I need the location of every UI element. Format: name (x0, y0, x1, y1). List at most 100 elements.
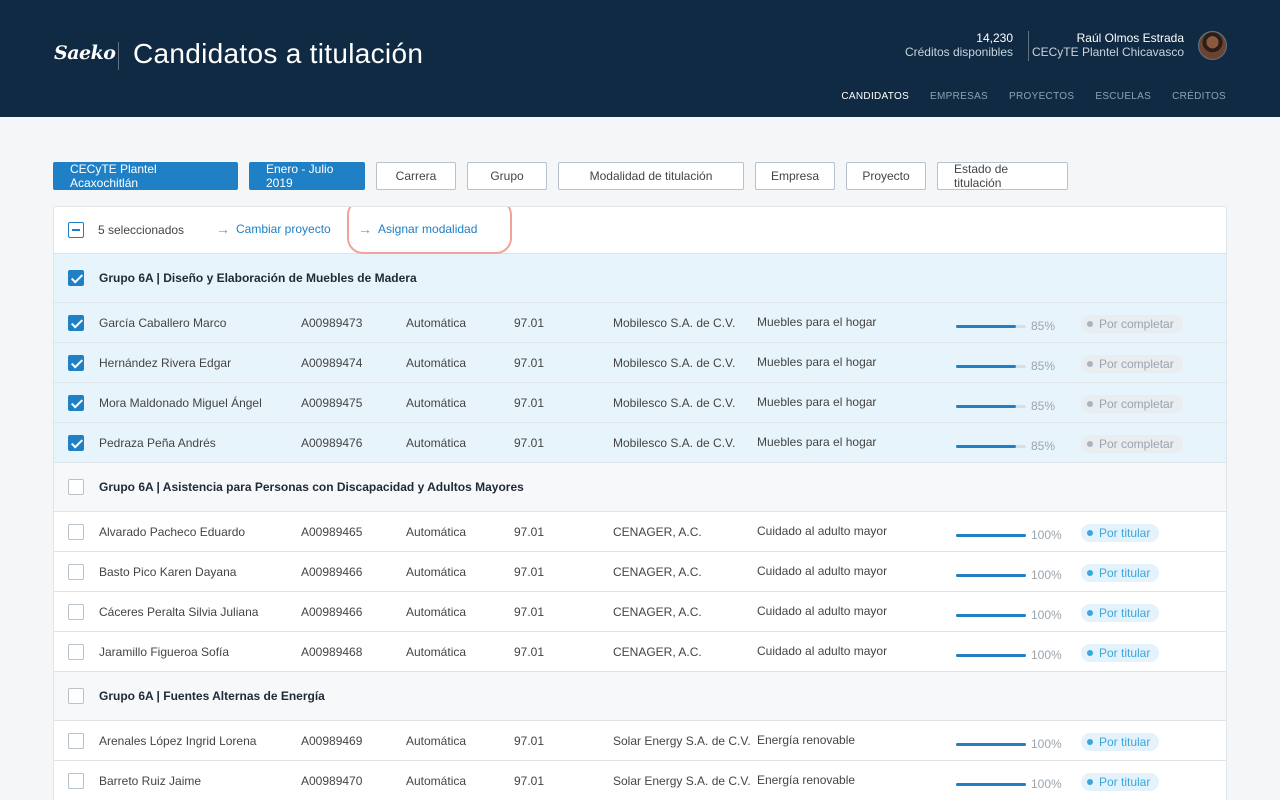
student-name[interactable]: Alvarado Pacheco Eduardo (99, 525, 245, 539)
student-name[interactable]: Cáceres Peralta Silvia Juliana (99, 605, 258, 619)
progress-fill (956, 574, 1026, 577)
table-row[interactable]: Pedraza Peña Andrés A00989476 Automática 97… (54, 423, 1226, 463)
filter-plantel[interactable]: CECyTE Plantel Acaxochitlán (53, 162, 238, 190)
row-checkbox[interactable] (68, 773, 84, 789)
progress-bar (956, 574, 1026, 577)
table-row[interactable]: Barreto Ruiz Jaime A00989470 Automática 97.… (54, 761, 1226, 800)
user-divider (1028, 31, 1029, 61)
user-org: CECyTE Plantel Chicavasco (1031, 45, 1184, 59)
table-row[interactable]: Alvarado Pacheco Eduardo A00989465 Automát… (54, 512, 1226, 552)
filter-bar: CECyTE Plantel Acaxochitlán Enero - Juli… (53, 162, 1068, 190)
score: 97.01 (514, 645, 545, 659)
company: Mobilesco S.A. de C.V. (613, 356, 736, 370)
student-name[interactable]: Arenales López Ingrid Lorena (99, 734, 256, 748)
project: Muebles para el hogar (757, 395, 877, 409)
row-checkbox[interactable] (68, 355, 84, 371)
row-checkbox[interactable] (68, 564, 84, 580)
nav-creditos[interactable]: CRÉDITOS (1172, 91, 1226, 102)
nav-candidatos[interactable]: CANDIDATOS (841, 91, 909, 102)
row-checkbox[interactable] (68, 315, 84, 331)
progress-fill (956, 365, 1016, 368)
table-row[interactable]: Jaramillo Figueroa Sofía A00989468 Automát… (54, 632, 1226, 672)
progress-percent: 85% (1031, 319, 1056, 333)
progress-percent: 85% (1031, 399, 1056, 413)
group-checkbox[interactable] (68, 688, 84, 704)
group-header-row[interactable]: Grupo 6A | Fuentes Alternas de Energía (54, 672, 1226, 721)
row-checkbox[interactable] (68, 524, 84, 540)
app-header: Saeko Candidatos a titulación 14,230 Cré… (0, 0, 1280, 117)
progress-bar (956, 445, 1026, 448)
avatar[interactable] (1198, 31, 1227, 60)
logo-divider (118, 42, 119, 70)
table-row[interactable]: García Caballero Marco A00989473 Automátic… (54, 303, 1226, 343)
nav-empresas[interactable]: EMPRESAS (930, 91, 988, 102)
filter-proyecto[interactable]: Proyecto (846, 162, 926, 190)
status-badge: Por completar (1081, 315, 1183, 333)
group-checkbox[interactable] (68, 479, 84, 495)
status-badge: Por completar (1081, 395, 1183, 413)
company: Mobilesco S.A. de C.V. (613, 316, 736, 330)
row-checkbox[interactable] (68, 435, 84, 451)
user-name: Raúl Olmos Estrada (1076, 31, 1184, 45)
filter-empresa[interactable]: Empresa (755, 162, 835, 190)
student-name[interactable]: Basto Pico Karen Dayana (99, 565, 236, 579)
progress-bar (956, 654, 1026, 657)
student-name[interactable]: Hernández Rivera Edgar (99, 356, 231, 370)
modality: Automática (406, 436, 467, 450)
progress-fill (956, 614, 1026, 617)
student-id: A00989473 (301, 316, 363, 330)
group-header-row[interactable]: Grupo 6A | Asistencia para Personas con … (54, 463, 1226, 512)
student-name[interactable]: Mora Maldonado Miguel Ángel (99, 396, 262, 410)
row-checkbox[interactable] (68, 644, 84, 660)
table-row[interactable]: Hernández Rivera Edgar A00989474 Automátic… (54, 343, 1226, 383)
modality: Automática (406, 316, 467, 330)
change-project-action[interactable]: → Cambiar proyecto (216, 221, 331, 237)
group-title: Grupo 6A | Asistencia para Personas con … (99, 480, 524, 494)
filter-grupo[interactable]: Grupo (467, 162, 547, 190)
group-header-row[interactable]: Grupo 6A | Diseño y Elaboración de Muebl… (54, 254, 1226, 303)
company: CENAGER, A.C. (613, 605, 702, 619)
project: Energía renovable (757, 733, 856, 747)
user-info[interactable]: Raúl Olmos Estrada CECyTE Plantel Chicav… (1032, 31, 1184, 59)
score: 97.01 (514, 734, 545, 748)
progress-fill (956, 743, 1026, 746)
student-name[interactable]: Pedraza Peña Andrés (99, 436, 216, 450)
filter-estado[interactable]: Estado de titulación (937, 162, 1068, 190)
student-name[interactable]: Barreto Ruiz Jaime (99, 774, 201, 788)
nav-escuelas[interactable]: ESCUELAS (1095, 91, 1151, 102)
project: Muebles para el hogar (757, 355, 877, 369)
progress-bar (956, 534, 1026, 537)
row-checkbox[interactable] (68, 395, 84, 411)
company: Mobilesco S.A. de C.V. (613, 436, 736, 450)
student-id: A00989466 (301, 565, 363, 579)
table-row[interactable]: Mora Maldonado Miguel Ángel A00989475 Auto… (54, 383, 1226, 423)
filter-carrera[interactable]: Carrera (376, 162, 456, 190)
project: Cuidado al adulto mayor (757, 644, 888, 658)
progress-bar (956, 783, 1026, 786)
score: 97.01 (514, 356, 545, 370)
filter-periodo[interactable]: Enero - Julio 2019 (249, 162, 365, 190)
project: Cuidado al adulto mayor (757, 604, 888, 618)
company: Solar Energy S.A. de C.V. (613, 734, 751, 748)
progress-fill (956, 405, 1016, 408)
row-checkbox[interactable] (68, 604, 84, 620)
score: 97.01 (514, 565, 545, 579)
table-row[interactable]: Cáceres Peralta Silvia Juliana A00989466 A… (54, 592, 1226, 632)
saeko-logo[interactable]: Saeko (54, 42, 116, 64)
score: 97.01 (514, 316, 545, 330)
status-badge: Por titular (1081, 604, 1160, 622)
table-row[interactable]: Basto Pico Karen Dayana A00989466 Automáti… (54, 552, 1226, 592)
row-checkbox[interactable] (68, 733, 84, 749)
nav-proyectos[interactable]: PROYECTOS (1009, 91, 1074, 102)
progress-fill (956, 445, 1016, 448)
filter-modalidad[interactable]: Modalidad de titulación (558, 162, 744, 190)
student-name[interactable]: Jaramillo Figueroa Sofía (99, 645, 229, 659)
project: Cuidado al adulto mayor (757, 564, 888, 578)
modality: Automática (406, 774, 467, 788)
student-name[interactable]: García Caballero Marco (99, 316, 226, 330)
progress-percent: 100% (1031, 528, 1062, 542)
select-all-checkbox[interactable] (68, 222, 84, 238)
table-row[interactable]: Arenales López Ingrid Lorena A00989469 Aut… (54, 721, 1226, 761)
group-checkbox[interactable] (68, 270, 84, 286)
progress-bar (956, 614, 1026, 617)
